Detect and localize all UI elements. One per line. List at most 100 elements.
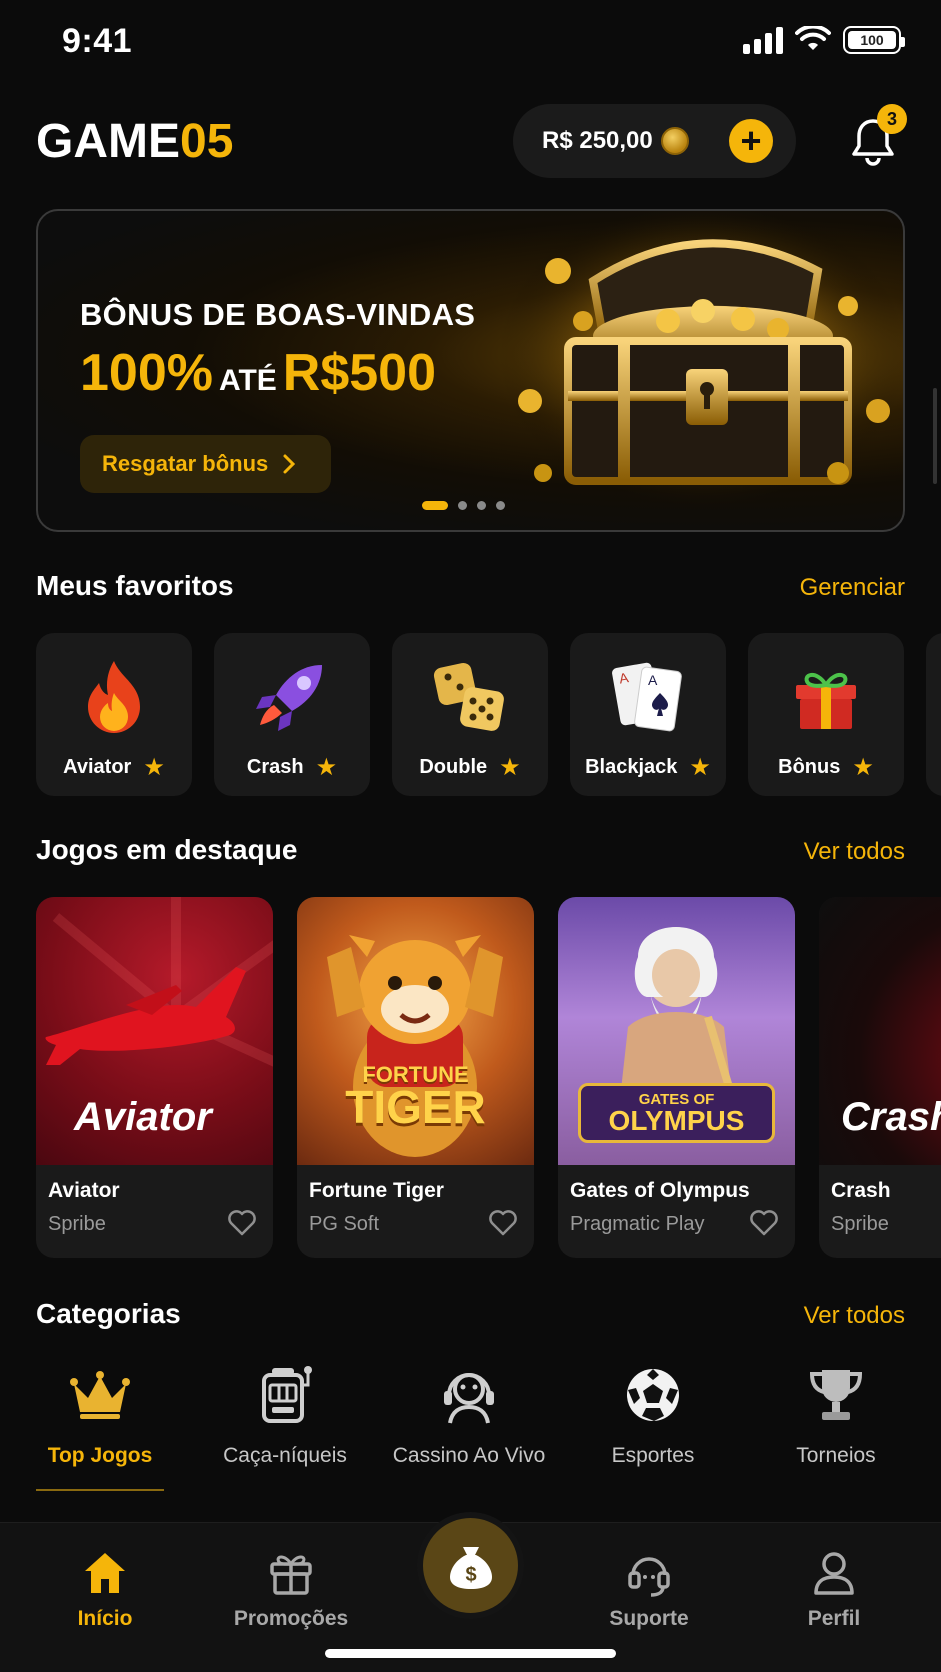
favorite-label: Blackjack — [585, 756, 678, 778]
nav-item-inicio[interactable]: Início — [25, 1545, 185, 1631]
favorite-card-bonus[interactable]: Bônus ★ — [748, 633, 904, 796]
category-label: Esportes — [611, 1444, 695, 1467]
banner-ate: ATÉ — [219, 364, 277, 397]
categories-title: Categorias — [36, 1298, 181, 1329]
game-art-aviator: Aviator — [36, 897, 273, 1165]
notification-badge: 3 — [877, 104, 907, 134]
active-category-indicator — [36, 1489, 164, 1491]
game-name: Crash — [831, 1179, 891, 1202]
balance-pill[interactable]: R$ 250,00 + — [513, 104, 796, 178]
featured-see-all-link[interactable]: Ver todos — [804, 838, 905, 866]
game-name: Gates of Olympus — [570, 1179, 750, 1202]
carousel-dot[interactable] — [422, 501, 448, 510]
slot-machine-icon — [262, 1366, 312, 1423]
scroll-indicator — [933, 388, 937, 484]
favorite-label: Crash — [246, 756, 304, 778]
nav-label: Início — [77, 1607, 133, 1630]
game-art-logo: GATES OF OLYMPUS — [578, 1083, 775, 1143]
heart-icon[interactable] — [749, 1208, 779, 1236]
add-funds-button[interactable]: + — [729, 119, 773, 163]
game-art-crash: Crash — [819, 897, 941, 1165]
home-icon — [85, 1553, 125, 1593]
wifi-icon — [795, 26, 831, 50]
soccer-ball-icon — [627, 1369, 679, 1421]
cards-icon: A A — [612, 662, 682, 732]
favorite-label: Bônus — [778, 756, 841, 778]
game-card-crash[interactable]: Crash Crash Spribe — [819, 897, 941, 1258]
live-dealer-icon — [444, 1373, 494, 1424]
coin-icon — [660, 127, 689, 155]
home-indicator — [325, 1649, 616, 1658]
nav-label: Promoções — [233, 1607, 349, 1630]
flame-icon — [88, 661, 140, 733]
category-label: Cassino Ao Vivo — [392, 1444, 546, 1467]
game-name: Fortune Tiger — [309, 1179, 444, 1202]
category-top-jogos[interactable]: Top Jogos — [5, 1357, 195, 1468]
battery-level: 100 — [860, 32, 884, 48]
game-art-title: Aviator — [74, 1095, 212, 1139]
dice-icon — [433, 662, 504, 731]
app-header: GAME05 R$ 250,00 + 3 — [0, 96, 941, 186]
star-icon[interactable]: ★ — [689, 753, 711, 782]
game-provider: Spribe — [48, 1213, 106, 1235]
heart-icon[interactable] — [227, 1208, 257, 1236]
crown-icon — [70, 1371, 130, 1419]
carousel-dot[interactable] — [477, 501, 486, 510]
carousel-dot[interactable] — [496, 501, 505, 510]
manage-favorites-link[interactable]: Gerenciar — [800, 574, 905, 602]
category-esportes[interactable]: Esportes — [558, 1357, 748, 1468]
promo-banner[interactable]: BÔNUS DE BOAS-VINDAS 100% ATÉ R$500 Resgat… — [36, 209, 905, 532]
categories-see-all-link[interactable]: Ver todos — [804, 1302, 905, 1330]
treasure-chest-icon — [498, 211, 903, 530]
logo-main: GAME — [36, 115, 180, 168]
wallet-center-button[interactable]: $ — [417, 1512, 524, 1619]
game-provider: PG Soft — [309, 1213, 380, 1235]
game-art-title: Crash — [841, 1095, 941, 1139]
battery-icon: 100 — [843, 26, 905, 54]
categories-list: Top Jogos Caça-níqueis Cassino Ao Vivo E… — [0, 1357, 941, 1492]
favorite-card-aviator[interactable]: Aviator ★ — [36, 633, 192, 796]
category-label: Torneios — [796, 1444, 876, 1467]
category-label: Caça-níqueis — [223, 1444, 347, 1467]
game-card-aviator[interactable]: Aviator Aviator Spribe — [36, 897, 273, 1258]
star-icon[interactable]: ★ — [143, 753, 165, 782]
carousel-dot[interactable] — [458, 501, 467, 510]
heart-icon[interactable] — [488, 1208, 518, 1236]
category-caca-niqueis[interactable]: Caça-níqueis — [190, 1357, 380, 1468]
signal-icon — [743, 26, 783, 54]
game-provider: Spribe — [831, 1213, 889, 1235]
user-icon — [814, 1552, 854, 1595]
rocket-icon — [256, 665, 322, 731]
category-cassino-ao-vivo[interactable]: Cassino Ao Vivo — [374, 1357, 564, 1468]
nav-item-suporte[interactable]: Suporte — [569, 1545, 729, 1631]
star-icon[interactable]: ★ — [852, 753, 874, 782]
star-icon[interactable]: ★ — [316, 753, 338, 782]
status-bar: 9:41 100 — [0, 0, 941, 88]
claim-bonus-button[interactable]: Resgatar bônus — [80, 435, 331, 493]
favorite-card-crash[interactable]: Crash ★ — [214, 633, 370, 796]
carousel-dots — [422, 501, 505, 510]
favorite-card-blackjack[interactable]: A A Blackjack ★ — [570, 633, 726, 796]
featured-title: Jogos em destaque — [36, 834, 298, 865]
app-logo[interactable]: GAME05 — [36, 114, 233, 169]
game-card-fortune-tiger[interactable]: FORTUNE TIGER Fortune Tiger PG Soft — [297, 897, 534, 1258]
nav-label: Suporte — [609, 1607, 689, 1630]
banner-offer: 100% ATÉ R$500 — [80, 343, 436, 403]
category-label: Top Jogos — [47, 1444, 153, 1467]
category-torneios[interactable]: Torneios — [741, 1357, 931, 1468]
favorite-label: Aviator — [63, 756, 132, 778]
nav-item-promocoes[interactable]: Promoções — [211, 1545, 371, 1631]
star-icon[interactable]: ★ — [499, 753, 521, 782]
favorites-list: Aviator ★ Crash ★ Double ★ A A Blackjack… — [36, 633, 941, 796]
game-provider: Pragmatic Play — [570, 1213, 705, 1235]
game-card-gates-of-olympus[interactable]: GATES OF OLYMPUS Gates of Olympus Pragma… — [558, 897, 795, 1258]
money-bag-icon: $ — [449, 1546, 492, 1589]
status-time: 9:41 — [62, 22, 133, 60]
favorite-card-partial[interactable] — [926, 633, 941, 796]
banner-percent: 100% — [80, 344, 213, 402]
logo-accent: 05 — [180, 115, 234, 168]
favorite-card-double[interactable]: Double ★ — [392, 633, 548, 796]
game-art-gates-of-olympus: GATES OF OLYMPUS — [558, 897, 795, 1165]
nav-item-perfil[interactable]: Perfil — [754, 1545, 914, 1631]
featured-games-list: Aviator Aviator Spribe FORTUNE TIGER For… — [36, 897, 941, 1258]
